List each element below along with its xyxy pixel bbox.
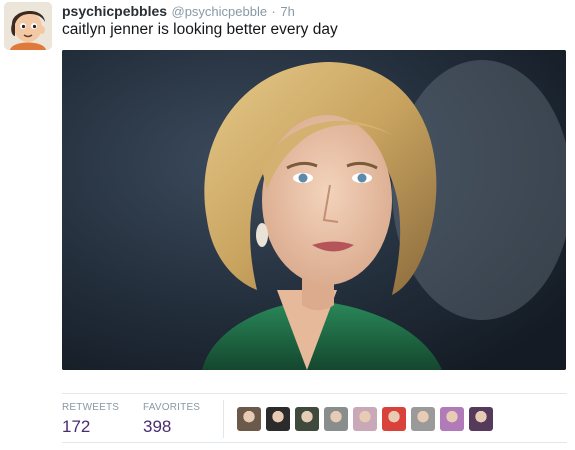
- tweet-stats: RETWEETS 172 FAVORITES 398: [62, 393, 567, 443]
- display-name[interactable]: psychicpebbles: [62, 3, 167, 19]
- stats-divider: [223, 400, 224, 438]
- favorites-count: 398: [143, 417, 172, 436]
- retweets-stat[interactable]: RETWEETS 172: [62, 402, 119, 438]
- tweet-header: psychicpebbles @psychicpebble · 7h: [62, 3, 567, 20]
- favoriter-avatar[interactable]: [266, 407, 290, 431]
- favorites-label: FAVORITES: [143, 402, 201, 413]
- favoriter-avatars: [237, 407, 493, 431]
- portrait-photo: [62, 50, 566, 370]
- favoriter-avatar[interactable]: [237, 407, 261, 431]
- favoriter-avatar[interactable]: [382, 407, 406, 431]
- retweets-count: 172: [62, 417, 91, 436]
- favoriter-avatar[interactable]: [440, 407, 464, 431]
- tweet-photo[interactable]: [62, 50, 566, 370]
- header-separator: ·: [271, 4, 276, 19]
- user-handle[interactable]: @psychicpebble: [172, 4, 268, 19]
- user-avatar[interactable]: [4, 2, 52, 50]
- cartoon-avatar-icon: [4, 2, 52, 50]
- favoriter-avatar[interactable]: [469, 407, 493, 431]
- retweets-label: RETWEETS: [62, 402, 120, 413]
- favoriter-avatar[interactable]: [411, 407, 435, 431]
- favoriter-avatar[interactable]: [324, 407, 348, 431]
- tweet-text: caitlyn jenner is looking better every d…: [62, 21, 338, 38]
- tweet-timestamp[interactable]: 7h: [280, 4, 294, 19]
- favoriter-avatar[interactable]: [295, 407, 319, 431]
- favorites-stat[interactable]: FAVORITES 398: [143, 402, 200, 438]
- favoriter-avatar[interactable]: [353, 407, 377, 431]
